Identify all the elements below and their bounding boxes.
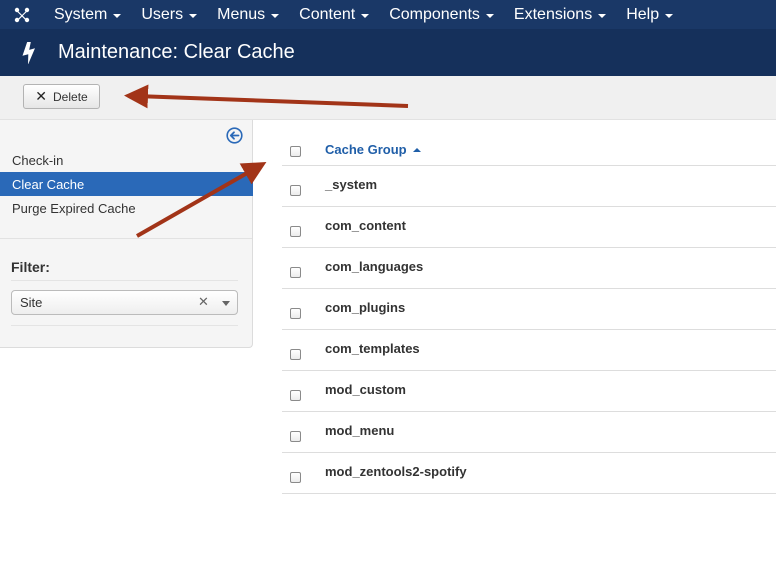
nav-users[interactable]: Users xyxy=(131,0,207,29)
cache-group-name: _system xyxy=(325,177,378,192)
caret-down-icon xyxy=(189,13,198,18)
sidebar-item-purge-expired-cache[interactable]: Purge Expired Cache xyxy=(0,196,253,220)
sidebar-item-label: Purge Expired Cache xyxy=(12,200,136,216)
top-navbar: System Users Menus Content Components Ex… xyxy=(0,0,776,29)
row-checkbox[interactable] xyxy=(290,431,301,442)
cache-group-name: mod_zentools2-spotify xyxy=(325,464,467,479)
column-header-label: Cache Group xyxy=(325,142,407,157)
delete-x-icon: ✕ xyxy=(35,88,48,104)
filter-select[interactable]: Site ✕ xyxy=(11,290,238,315)
caret-down-icon xyxy=(361,13,370,18)
cache-group-name: mod_custom xyxy=(325,382,406,397)
table-row: com_plugins xyxy=(282,289,776,330)
table-row: mod_menu xyxy=(282,412,776,453)
toolbar: ✕ Delete xyxy=(0,76,776,120)
table-row: com_content xyxy=(282,207,776,248)
caret-down-icon xyxy=(598,13,607,18)
cache-group-column-header[interactable]: Cache Group xyxy=(325,142,421,157)
collapse-sidebar-icon[interactable] xyxy=(226,127,243,144)
row-checkbox[interactable] xyxy=(290,267,301,278)
sidebar-divider xyxy=(0,238,252,239)
row-checkbox[interactable] xyxy=(290,185,301,196)
table-header-row: Cache Group xyxy=(282,128,776,166)
nav-extensions-label: Extensions xyxy=(513,5,593,23)
caret-down-icon xyxy=(113,13,122,18)
row-checkbox[interactable] xyxy=(290,390,301,401)
table-row: com_templates xyxy=(282,330,776,371)
sidebar: Check-in Clear Cache Purge Expired Cache… xyxy=(0,120,253,348)
row-checkbox[interactable] xyxy=(290,349,301,360)
sidebar-item-label: Check-in xyxy=(12,152,64,168)
delete-button-label: Delete xyxy=(53,89,88,104)
cache-group-name: com_content xyxy=(325,218,406,233)
page-title: Maintenance: Clear Cache xyxy=(58,41,295,63)
row-checkbox[interactable] xyxy=(290,472,301,483)
nav-menus[interactable]: Menus xyxy=(207,0,289,29)
row-checkbox[interactable] xyxy=(290,226,301,237)
cache-group-name: com_languages xyxy=(325,259,424,274)
filter-label: Filter: xyxy=(11,259,50,275)
nav-menus-label: Menus xyxy=(217,5,266,23)
caret-down-icon xyxy=(271,13,280,18)
nav-help[interactable]: Help xyxy=(616,0,683,29)
nav-components[interactable]: Components xyxy=(379,0,504,29)
nav-content-label: Content xyxy=(299,5,356,23)
caret-down-icon xyxy=(665,13,674,18)
cache-table: Cache Group _system com_content com_lang… xyxy=(282,128,776,494)
nav-help-label: Help xyxy=(626,5,660,23)
caret-down-icon xyxy=(485,13,494,18)
nav-extensions[interactable]: Extensions xyxy=(504,0,616,29)
sidebar-item-clear-cache[interactable]: Clear Cache xyxy=(0,172,253,196)
delete-button[interactable]: ✕ Delete xyxy=(23,84,100,109)
filter-selected-value: Site xyxy=(20,295,43,310)
clear-filter-icon[interactable]: ✕ xyxy=(198,294,209,310)
table-row: mod_custom xyxy=(282,371,776,412)
dropdown-arrow-icon[interactable] xyxy=(222,301,230,306)
sort-ascending-icon xyxy=(412,147,421,152)
select-all-checkbox[interactable] xyxy=(290,146,301,157)
table-row: com_languages xyxy=(282,248,776,289)
nav-content[interactable]: Content xyxy=(289,0,379,29)
cache-group-name: com_templates xyxy=(325,341,420,356)
nav-components-label: Components xyxy=(389,5,480,23)
filter-divider xyxy=(11,325,238,326)
sidebar-item-label: Clear Cache xyxy=(12,176,85,192)
nav-users-label: Users xyxy=(141,5,184,23)
table-row: mod_zentools2-spotify xyxy=(282,453,776,494)
cache-group-name: com_plugins xyxy=(325,300,406,315)
lightning-bolt-icon xyxy=(0,41,58,64)
nav-system-label: System xyxy=(54,5,108,23)
filter-divider xyxy=(11,280,238,281)
sidebar-item-check-in[interactable]: Check-in xyxy=(0,148,253,172)
cache-group-name: mod_menu xyxy=(325,423,395,438)
nav-system[interactable]: System xyxy=(44,0,131,29)
row-checkbox[interactable] xyxy=(290,308,301,319)
joomla-logo-icon[interactable] xyxy=(0,0,44,29)
page-header: Maintenance: Clear Cache xyxy=(0,29,776,76)
table-row: _system xyxy=(282,166,776,207)
